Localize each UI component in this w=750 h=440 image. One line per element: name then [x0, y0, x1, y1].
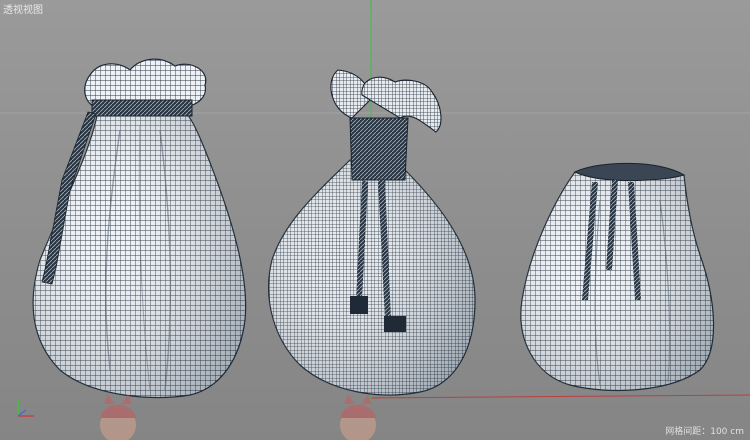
x-axis-line [370, 394, 750, 399]
drawstring-bag-right [520, 162, 715, 392]
scene-canvas [0, 0, 750, 440]
perspective-viewport[interactable]: 透视视图 网格间距：100 cm [0, 0, 750, 440]
xyz-axis-icon [17, 400, 34, 417]
knotted-bag-center [268, 69, 476, 396]
character-head-icon [100, 394, 136, 440]
viewport-title: 透视视图 [3, 5, 43, 16]
drawstring-bag-left [32, 58, 247, 399]
grid-spacing-label: 网格间距：100 cm [665, 427, 744, 437]
character-head-icon [340, 394, 376, 440]
